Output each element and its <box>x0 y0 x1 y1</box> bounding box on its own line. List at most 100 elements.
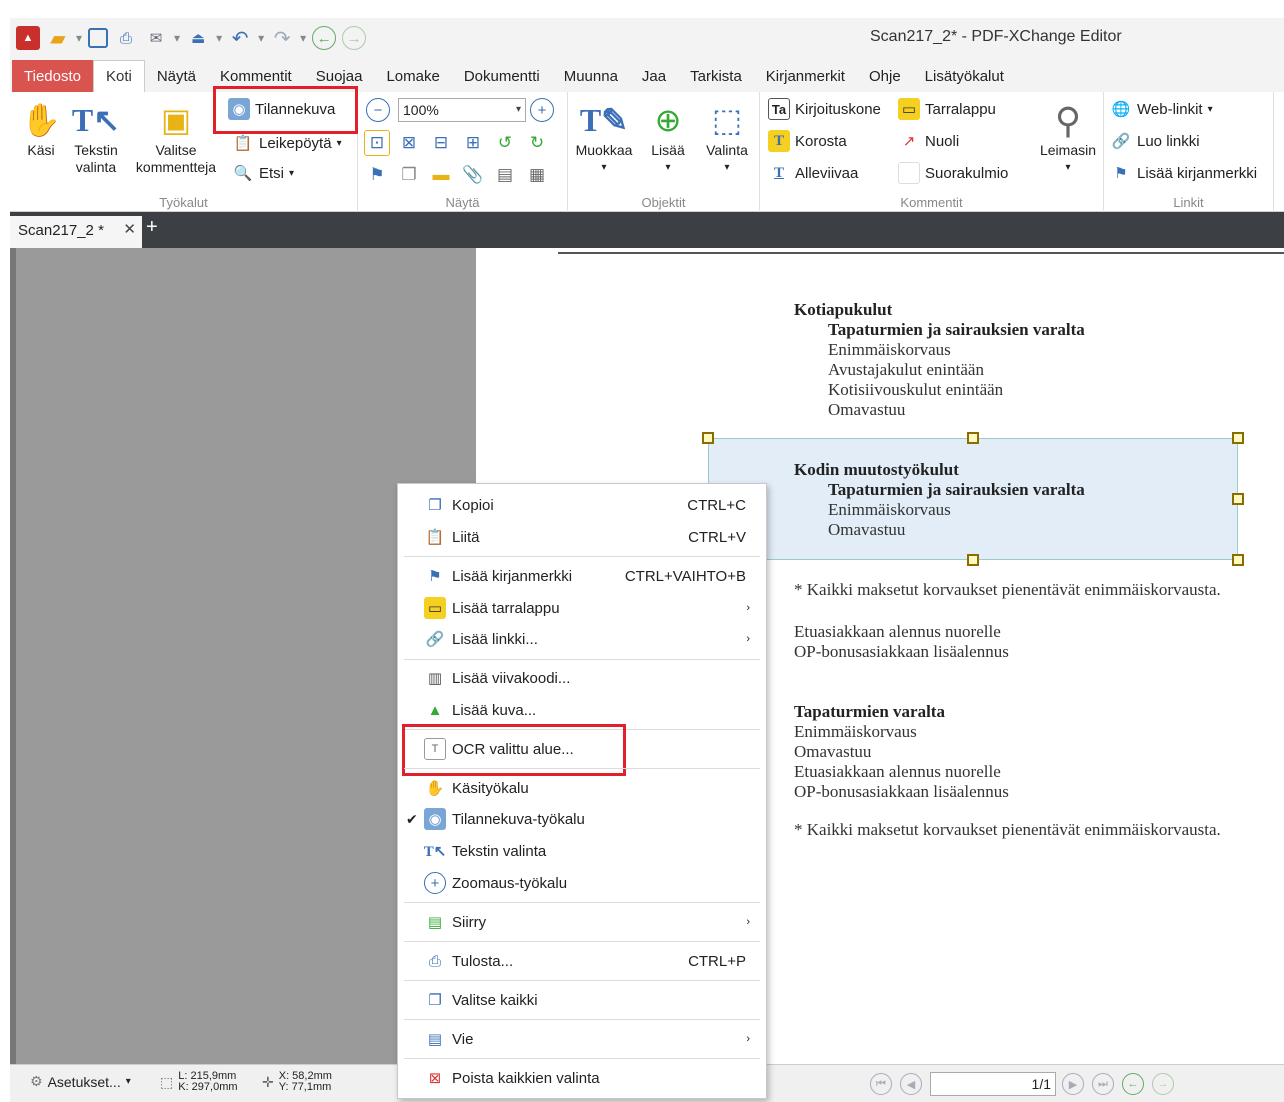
tab-koti[interactable]: Koti <box>92 60 145 92</box>
web-linkit-button[interactable]: 🌐 Web-linkit ▾ <box>1110 98 1213 120</box>
pages-icon[interactable]: ❐ <box>396 162 422 188</box>
tab-muunna[interactable]: Muunna <box>552 60 630 92</box>
doc-line: Omavastuu <box>794 742 872 761</box>
forward-view-icon[interactable]: → <box>1152 1073 1174 1095</box>
menu-item-poista-valinta[interactable]: ⊠ Poista kaikkien valinta <box>398 1063 766 1093</box>
zoom-icon: + <box>424 872 446 894</box>
back-view-icon[interactable]: ← <box>1122 1073 1144 1095</box>
fit-width-icon[interactable]: ⊟ <box>428 130 454 156</box>
actual-size-icon[interactable]: ⊡ <box>364 130 390 156</box>
menu-item-lisaa-kirjanmerkki[interactable]: ⚑ Lisää kirjanmerkki CTRL+VAIHTO+B <box>398 561 766 591</box>
valitse-kommentteja-label: Valitse kommentteja <box>135 142 217 175</box>
tab-dokumentti[interactable]: Dokumentti <box>452 60 552 92</box>
muokkaa-button[interactable]: T✎ Muokkaa ▾ <box>572 98 636 176</box>
dropdown-arrow-icon[interactable]: ▾ <box>216 31 222 45</box>
fit-page-icon[interactable]: ⊠ <box>396 130 422 156</box>
menu-item-lisaa-kuva[interactable]: ▲ Lisää kuva... <box>398 695 766 725</box>
korosta-button[interactable]: T Korosta <box>768 130 847 152</box>
first-page-icon[interactable]: ⏮ <box>870 1073 892 1095</box>
chevron-down-icon[interactable]: ▾ <box>516 99 521 121</box>
scan-icon[interactable]: ⏏ <box>186 26 210 50</box>
kirjoituskone-button[interactable]: Ta Kirjoituskone <box>768 98 881 120</box>
rotate-left-icon[interactable]: ↺ <box>492 130 518 156</box>
comments-icon[interactable]: ▬ <box>428 162 454 188</box>
tekstin-valinta-button[interactable]: T↖ Tekstin valinta <box>66 98 126 176</box>
mail-icon[interactable]: ✉ <box>144 26 168 50</box>
menu-item-zoomaus-tyokalu[interactable]: + Zoomaus-työkalu <box>398 868 766 898</box>
leimasin-button[interactable]: ⚲ Leimasin ▾ <box>1036 98 1100 176</box>
bookmark-icon[interactable]: ⚑ <box>364 162 390 188</box>
tarralappu-button[interactable]: ▭ Tarralappu <box>898 98 996 120</box>
menu-item-siirry[interactable]: ▤ Siirry › <box>398 907 766 937</box>
tab-nayta[interactable]: Näytä <box>145 60 208 92</box>
next-page-icon[interactable]: ▶ <box>1062 1073 1084 1095</box>
tab-kirjanmerkit[interactable]: Kirjanmerkit <box>754 60 857 92</box>
menu-item-kasityokalu[interactable]: ✋ Käsityökalu <box>398 773 766 803</box>
folder-open-icon[interactable]: ▰ <box>46 26 70 50</box>
menu-item-tekstin-valinta[interactable]: T↖ Tekstin valinta <box>398 836 766 866</box>
menu-item-tulosta[interactable]: ⎙ Tulosta... CTRL+P <box>398 946 766 976</box>
resize-handle[interactable] <box>1232 554 1244 566</box>
valinta-button[interactable]: ⬚ Valinta ▾ <box>696 98 758 176</box>
alleviivaa-button[interactable]: T Alleviivaa <box>768 162 858 184</box>
group-label-linkit: Linkit <box>1173 195 1204 210</box>
menu-item-valitse-kaikki[interactable]: ❐ Valitse kaikki <box>398 985 766 1015</box>
fit-visible-icon[interactable]: ⊞ <box>460 130 486 156</box>
attachment-icon[interactable]: 📎 <box>460 162 486 188</box>
save-icon[interactable] <box>88 28 109 48</box>
lisaa-button[interactable]: ⊕ Lisää ▾ <box>640 98 696 176</box>
previous-page-icon[interactable]: ◀ <box>900 1073 922 1095</box>
tab-lisatyokalut[interactable]: Lisätyökalut <box>913 60 1016 92</box>
resize-handle[interactable] <box>702 432 714 444</box>
resize-handle[interactable] <box>967 432 979 444</box>
menu-item-vie[interactable]: ▤ Vie › <box>398 1024 766 1054</box>
properties-icon[interactable]: ▦ <box>524 162 550 188</box>
resize-handle[interactable] <box>1232 432 1244 444</box>
menu-item-lisaa-linkki[interactable]: 🔗 Lisää linkki... › <box>398 624 766 654</box>
document-tab[interactable]: Scan217_2 * ✕ <box>10 216 142 248</box>
back-icon[interactable]: ← <box>312 26 337 50</box>
resize-handle[interactable] <box>967 554 979 566</box>
tab-ohje[interactable]: Ohje <box>857 60 913 92</box>
rotate-right-icon[interactable]: ↻ <box>524 130 550 156</box>
tab-lomake[interactable]: Lomake <box>374 60 451 92</box>
resize-handle[interactable] <box>1232 493 1244 505</box>
close-icon[interactable]: ✕ <box>123 220 136 238</box>
pdf-app-icon[interactable]: ▲ <box>16 26 40 50</box>
etsi-button[interactable]: 🔍 Etsi ▾ <box>232 162 294 184</box>
menu-item-liita[interactable]: 📋 Liitä CTRL+V <box>398 522 766 552</box>
menu-item-tilannekuva-tyokalu[interactable]: ✔ ◉ Tilannekuva-työkalu <box>398 804 766 834</box>
nuoli-button[interactable]: ↗ Nuoli <box>898 130 959 152</box>
menu-item-kopioi[interactable]: ❐ Kopioi CTRL+C <box>398 490 766 520</box>
menu-item-lisaa-viivakoodi[interactable]: ▥ Lisää viivakoodi... <box>398 663 766 693</box>
dropdown-arrow-icon[interactable]: ▾ <box>76 31 82 45</box>
zoom-input[interactable]: 100% ▾ <box>398 98 526 122</box>
add-object-icon: ⊕ <box>654 101 682 138</box>
kasi-button[interactable]: ✋ Käsi <box>16 98 66 159</box>
tab-jaa[interactable]: Jaa <box>630 60 678 92</box>
group-linkit: 🌐 Web-linkit ▾ 🔗 Luo linkki ⚑ Lisää kirj… <box>1104 92 1274 212</box>
tab-tiedosto[interactable]: Tiedosto <box>12 60 93 92</box>
dropdown-arrow-icon[interactable]: ▾ <box>258 31 264 45</box>
menu-item-lisaa-tarralappu[interactable]: ▭ Lisää tarralappu › <box>398 593 766 623</box>
zoom-out-icon[interactable]: − <box>366 98 390 122</box>
highlight-box-tilannekuva <box>213 86 358 134</box>
page-number-input[interactable]: 1/1 <box>930 1072 1056 1096</box>
valitse-kommentteja-button[interactable]: ▣ Valitse kommentteja <box>128 98 224 176</box>
settings-button[interactable]: ⚙ Asetukset... ▾ <box>30 1073 131 1090</box>
undo-icon[interactable]: ↶ <box>228 26 252 50</box>
dropdown-arrow-icon[interactable]: ▾ <box>174 31 180 45</box>
luo-linkki-button[interactable]: 🔗 Luo linkki <box>1110 130 1200 152</box>
last-page-icon[interactable]: ⏭ <box>1092 1073 1114 1095</box>
document-icon[interactable]: ▤ <box>492 162 518 188</box>
suorakulmio-button[interactable]: Suorakulmio <box>898 162 1008 184</box>
redo-icon[interactable]: ↷ <box>270 26 294 50</box>
new-tab-icon[interactable]: + <box>146 216 158 239</box>
zoom-in-icon[interactable]: + <box>530 98 554 122</box>
print-icon[interactable]: ⎙ <box>114 26 138 50</box>
dropdown-arrow-icon[interactable]: ▾ <box>300 31 306 45</box>
tab-tarkista[interactable]: Tarkista <box>678 60 754 92</box>
leikepoyta-button[interactable]: 📋 Leikepöytä ▾ <box>232 132 342 154</box>
forward-icon[interactable]: → <box>342 26 367 50</box>
lisaa-kirjanmerkki-button[interactable]: ⚑ Lisää kirjanmerkki <box>1110 162 1257 184</box>
